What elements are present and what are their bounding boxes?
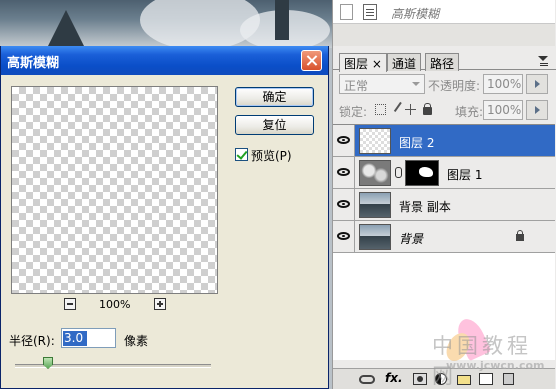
preview-label[interactable]: 预览(P) [251, 147, 292, 164]
history-toolbar [333, 24, 555, 64]
eye-icon [337, 200, 350, 208]
close-button[interactable] [301, 50, 322, 71]
layer-thumbnail [359, 192, 391, 218]
tab-paths[interactable]: 路径 [425, 53, 460, 71]
opacity-label: 不透明度: [428, 79, 481, 93]
layer-row[interactable]: 图层 2 [333, 125, 555, 157]
lock-transparency-icon[interactable] [375, 104, 386, 115]
history-panel: 高斯模糊 [332, 0, 556, 64]
zoom-level: 100% [99, 298, 131, 311]
tab-channels[interactable]: 通道 [387, 53, 422, 71]
eye-icon [337, 232, 350, 240]
panel-tabs: 图层 × 通道 路径 [333, 50, 556, 72]
lock-position-icon[interactable] [405, 104, 416, 115]
visibility-toggle[interactable] [333, 125, 355, 156]
layer-name: 背景 副本 [399, 200, 451, 214]
radius-label: 半径(R): [9, 334, 55, 348]
layer-thumbnail [359, 160, 391, 186]
history-state-icon [363, 4, 377, 20]
layer-thumbnail [359, 128, 391, 154]
fill-field[interactable]: 100% [483, 100, 523, 120]
layer-row[interactable]: 背景 [333, 221, 555, 253]
tab-label: 图层 [344, 57, 369, 71]
tab-layers[interactable]: 图层 × [339, 53, 387, 72]
dialog-title: 高斯模糊 [7, 56, 60, 71]
fill-label: 填充: [455, 105, 484, 119]
panel-menu-icon[interactable] [538, 56, 550, 67]
layer-row[interactable]: 图层 1 [333, 157, 555, 189]
zoom-out-button[interactable] [64, 298, 76, 310]
lock-all-icon[interactable] [423, 103, 432, 115]
layer-name: 背景 [399, 232, 424, 246]
lock-label: 锁定: [339, 105, 368, 119]
link-icon[interactable] [395, 167, 402, 178]
preview-checkbox[interactable] [235, 148, 248, 161]
opacity-field[interactable]: 100% [483, 74, 523, 94]
document-canvas [0, 0, 332, 48]
chevron-down-icon[interactable] [412, 82, 420, 86]
close-icon[interactable]: × [372, 57, 382, 71]
fill-slider-button[interactable] [526, 100, 548, 120]
gaussian-blur-dialog: 高斯模糊 100% 确定 复位 预览(P) 半径(R): 3.0 像素 [0, 46, 329, 389]
opacity-slider-button[interactable] [526, 74, 548, 94]
dialog-titlebar[interactable]: 高斯模糊 [1, 46, 328, 75]
eye-icon [337, 168, 350, 176]
layer-mask-thumbnail[interactable] [405, 160, 439, 186]
mountain-peak [46, 10, 86, 48]
watermark-url: www.jcwcn.com [446, 359, 545, 372]
eye-icon [337, 136, 350, 144]
layer-row[interactable]: 背景 副本 [333, 189, 555, 221]
layer-style-icon[interactable]: fx. [385, 371, 403, 385]
history-brush-source[interactable] [340, 4, 353, 20]
layer-name: 图层 1 [447, 168, 483, 182]
visibility-toggle[interactable] [333, 221, 355, 252]
visibility-toggle[interactable] [333, 157, 355, 188]
zoom-in-button[interactable] [154, 298, 166, 310]
tree-silhouette [275, 0, 289, 40]
layer-thumbnail [359, 224, 391, 250]
lock-icon [516, 230, 524, 241]
history-state-row[interactable]: 高斯模糊 [333, 0, 555, 24]
preview-canvas[interactable] [11, 86, 218, 294]
radius-unit: 像素 [124, 334, 149, 348]
link-layers-icon[interactable] [359, 375, 375, 384]
add-mask-icon[interactable] [413, 373, 427, 385]
radius-value: 3.0 [63, 331, 87, 346]
history-state-name: 高斯模糊 [391, 7, 440, 21]
visibility-toggle[interactable] [333, 189, 355, 220]
layer-name: 图层 2 [399, 136, 435, 150]
reset-button[interactable]: 复位 [235, 115, 314, 135]
ok-button[interactable]: 确定 [235, 87, 314, 107]
